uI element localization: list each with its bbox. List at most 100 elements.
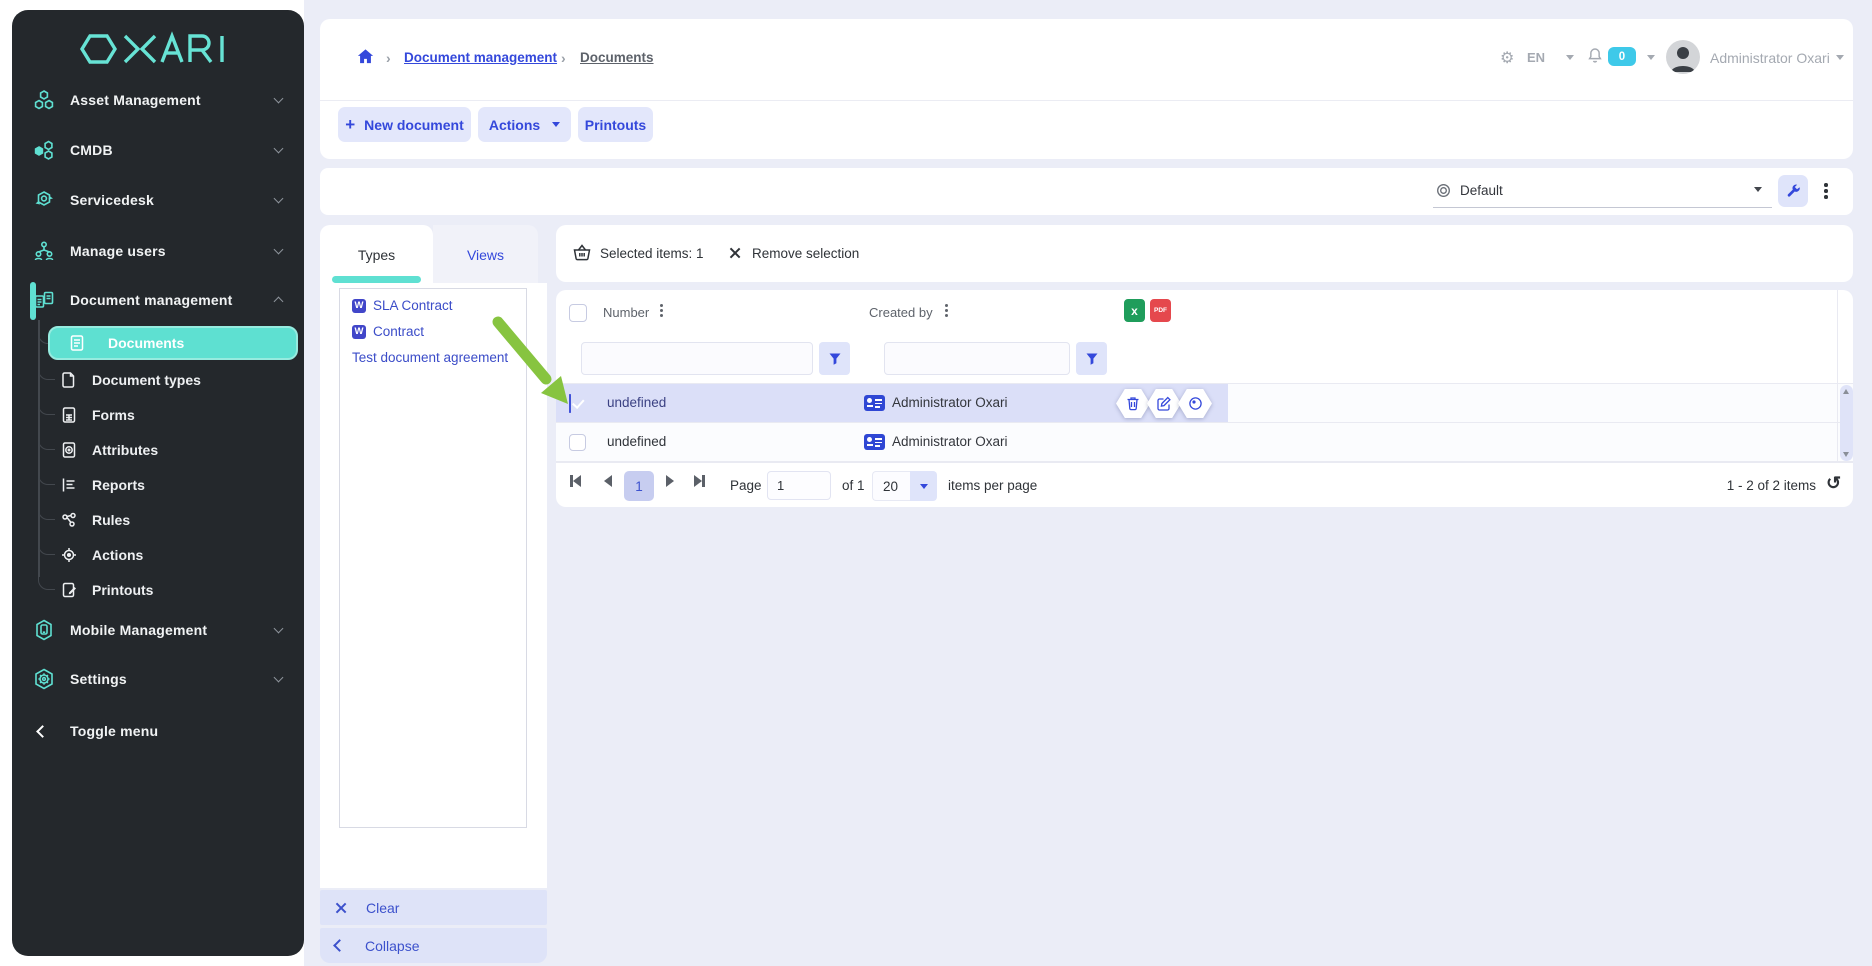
table-row[interactable]: undefined Administrator Oxari (556, 384, 1853, 423)
wrench-button[interactable] (1778, 175, 1808, 207)
settings-icon (32, 667, 56, 691)
sidebar-item-asset-management[interactable]: Asset Management (12, 78, 304, 122)
printouts-button[interactable]: Printouts (578, 107, 653, 142)
number-filter-button[interactable] (819, 342, 850, 375)
sidebar-item-label: Forms (92, 407, 135, 423)
language-selector[interactable]: EN (1527, 50, 1545, 65)
created-by-filter-button[interactable] (1076, 342, 1107, 375)
gear-icon[interactable]: ⚙ (1500, 48, 1514, 68)
column-header-created-by[interactable]: Created by (869, 305, 933, 320)
view-toolbar-card: Default (320, 168, 1853, 215)
page-input[interactable] (767, 471, 831, 500)
oxari-logo-icon (76, 28, 240, 70)
sidebar-item-attributes[interactable]: Attributes (12, 432, 304, 467)
sidebar-item-actions[interactable]: Actions (12, 537, 304, 572)
tab-types-label: Types (358, 247, 395, 263)
previous-page-button[interactable] (604, 475, 612, 487)
sidebar-item-label: Mobile Management (70, 622, 207, 638)
tree-item-contract[interactable]: W Contract (352, 324, 424, 339)
page-size-dropdown-button[interactable] (910, 471, 937, 501)
sidebar-item-document-types[interactable]: Document types (12, 362, 304, 397)
toggle-menu-button[interactable]: Toggle menu (12, 709, 304, 753)
language-caret-icon[interactable] (1566, 55, 1574, 60)
scroll-down-icon[interactable] (1843, 452, 1849, 457)
table-row[interactable]: undefined Administrator Oxari (556, 423, 1853, 462)
breadcrumb-link-document-management[interactable]: Document management (404, 50, 557, 65)
notification-caret-icon[interactable] (1647, 55, 1655, 60)
number-column-menu-icon[interactable] (660, 304, 663, 307)
bell-icon[interactable] (1586, 46, 1604, 70)
remove-selection-label[interactable]: Remove selection (752, 246, 859, 261)
next-page-button[interactable] (666, 475, 674, 487)
created-by-column-menu-icon[interactable] (945, 304, 948, 307)
toolbar-kebab-icon[interactable] (1824, 183, 1828, 187)
new-document-label: New document (364, 117, 464, 133)
breadcrumb-separator: › (561, 50, 566, 66)
row-checkbox[interactable] (569, 434, 586, 451)
sidebar-item-manage-users[interactable]: Manage users (12, 229, 304, 273)
page-size-value[interactable]: 20 (872, 471, 910, 501)
chevron-down-icon (274, 624, 284, 634)
sidebar-item-label: Settings (70, 671, 127, 687)
document-types-icon (60, 371, 78, 389)
servicedesk-icon (32, 188, 56, 212)
collapse-button[interactable]: Collapse (320, 928, 547, 963)
sidebar-item-documents-active[interactable]: Documents (48, 326, 298, 360)
sidebar-item-label: Actions (92, 547, 143, 563)
row-checkbox-checked[interactable] (569, 394, 571, 413)
breadcrumb-link-documents[interactable]: Documents (580, 50, 654, 65)
vertical-scrollbar[interactable] (1840, 385, 1853, 461)
select-all-checkbox[interactable] (569, 304, 587, 322)
last-page-button[interactable] (694, 475, 705, 487)
items-per-page-label: items per page (948, 478, 1037, 493)
page-label: Page (730, 478, 762, 493)
cell-created-by: Administrator Oxari (892, 434, 1008, 449)
export-excel-icon[interactable]: x (1124, 299, 1145, 322)
page-number-button[interactable]: 1 (624, 471, 654, 501)
column-header-number[interactable]: Number (603, 305, 649, 320)
sidebar-item-printouts[interactable]: Printouts (12, 572, 304, 607)
avatar[interactable] (1666, 40, 1700, 74)
tree-item-test-document-agreement[interactable]: Test document agreement (352, 350, 508, 365)
number-filter-input[interactable] (581, 342, 813, 375)
created-by-filter-input[interactable] (884, 342, 1070, 375)
sidebar-item-mobile-management[interactable]: Mobile Management (12, 608, 304, 652)
sidebar-item-reports[interactable]: Reports (12, 467, 304, 502)
new-document-button[interactable]: + New document (338, 107, 471, 142)
home-icon[interactable] (356, 47, 375, 71)
sidebar-item-label: Attributes (92, 442, 158, 458)
word-doc-icon: W (352, 299, 366, 313)
refresh-icon[interactable]: ↻ (1826, 473, 1841, 494)
collapse-chevron-icon (333, 939, 346, 952)
scroll-up-icon[interactable] (1843, 389, 1849, 394)
clear-x-icon (334, 901, 347, 914)
user-menu-caret-icon[interactable] (1836, 55, 1844, 60)
cell-number: undefined (607, 395, 666, 410)
sidebar-item-document-management[interactable]: Document management (12, 278, 304, 322)
notification-badge[interactable]: 0 (1608, 47, 1636, 66)
first-page-button[interactable] (570, 475, 581, 487)
view-select-caret-icon[interactable] (1754, 187, 1762, 192)
actions-button[interactable]: Actions (478, 107, 571, 142)
sidebar-item-servicedesk[interactable]: Servicedesk (12, 178, 304, 222)
tab-views[interactable]: Views (433, 225, 538, 285)
remove-selection-x-icon[interactable] (728, 246, 741, 259)
delete-row-button[interactable] (1116, 389, 1150, 418)
sidebar-item-forms[interactable]: Forms (12, 397, 304, 432)
clear-button[interactable]: Clear (320, 890, 547, 925)
sidebar-item-label: Documents (108, 335, 184, 351)
export-pdf-icon[interactable]: PDF (1150, 299, 1171, 322)
edit-row-button[interactable] (1147, 389, 1181, 418)
actions-caret-icon (552, 122, 560, 127)
tab-views-label: Views (467, 247, 504, 263)
view-select-value[interactable]: Default (1460, 183, 1503, 198)
view-row-button[interactable] (1178, 389, 1212, 418)
tree-item-sla-contract[interactable]: W SLA Contract (352, 298, 453, 313)
id-card-icon (864, 434, 885, 450)
sidebar-item-rules[interactable]: Rules (12, 502, 304, 537)
sidebar-item-cmdb[interactable]: CMDB (12, 128, 304, 172)
sidebar-item-settings[interactable]: Settings (12, 657, 304, 701)
documents-grid: Number Created by x PDF undefined Admini… (556, 290, 1853, 507)
user-name[interactable]: Administrator Oxari (1710, 50, 1830, 66)
wrench-icon (1785, 183, 1801, 199)
